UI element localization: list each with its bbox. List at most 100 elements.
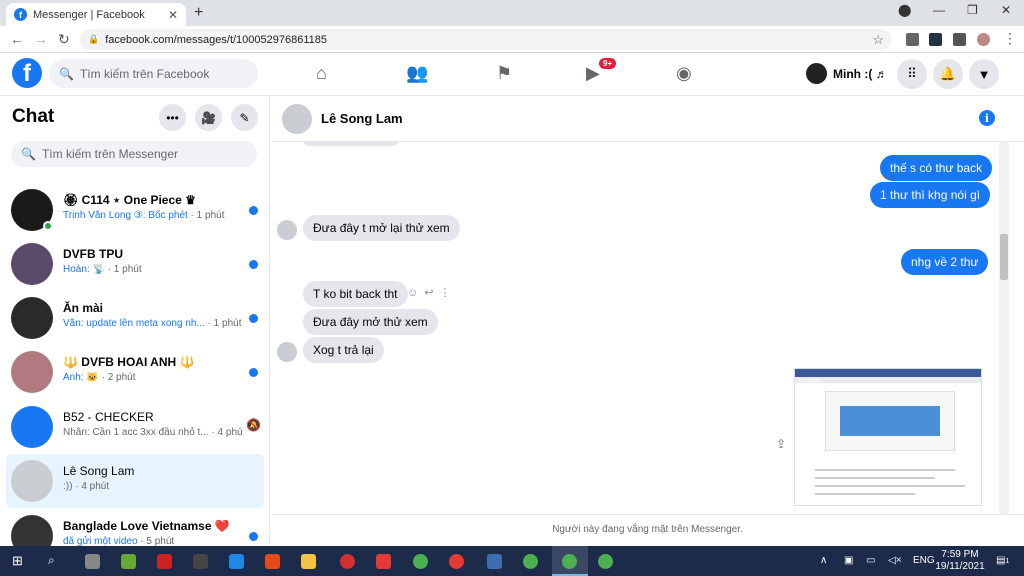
app-icon[interactable] [487, 554, 502, 569]
contact-avatar[interactable] [282, 104, 312, 134]
unread-dot-icon [249, 368, 258, 377]
chrome-icon[interactable] [413, 554, 428, 569]
message-bubble-in[interactable]: Đưa đây t mở lại thử xem [303, 215, 460, 241]
watch-icon[interactable]: ▶ [586, 63, 600, 84]
chrome-icon[interactable] [598, 554, 613, 569]
profile-name: Minh :( ♬ [833, 66, 888, 81]
message-bubble-out[interactable]: 1 thư thì khg nói gì [870, 182, 991, 208]
back-icon[interactable]: ← [10, 31, 24, 47]
caret-down-icon: ▼ [977, 66, 991, 82]
info-icon[interactable]: i [979, 110, 995, 126]
app-icon[interactable] [376, 554, 391, 569]
close-tab-icon[interactable]: ✕ [168, 8, 178, 22]
share-icon[interactable]: ⇪ [776, 437, 786, 451]
windows-start-icon[interactable]: ⊞ [12, 553, 23, 569]
qr-code-icon[interactable] [906, 33, 919, 46]
file-explorer-icon[interactable] [301, 554, 316, 569]
conversation-item[interactable]: DVFB TPU Hoàn: 📡 · 1 phút [6, 237, 264, 291]
contact-name[interactable]: Lê Song Lam [321, 111, 403, 126]
conversation-name: Banglade Love Vietnamse ❤️ [63, 519, 230, 533]
message-bubble-in[interactable]: Đưa đây mở thử xem [303, 309, 438, 335]
pages-flag-icon[interactable]: ⚑ [496, 63, 512, 84]
profile-avatar-icon[interactable] [977, 33, 990, 46]
menu-grid-button[interactable]: ⠿ [897, 59, 927, 89]
message-bubble-in[interactable]: Xog t trả lại [303, 337, 384, 363]
screenshot-image-attachment[interactable]: facebook [794, 368, 982, 506]
language-indicator[interactable]: ENG [913, 555, 935, 566]
conversation-item[interactable]: 🔱 DVFB HOAI ANH 🔱 Anh: 🐱 · 2 phút [6, 345, 264, 399]
profile-shortcut[interactable]: Minh :( ♬ [806, 63, 888, 84]
options-button[interactable]: ••• [159, 104, 186, 131]
preview-time: · 5 phút [137, 536, 175, 546]
phone-app-icon[interactable] [85, 554, 100, 569]
account-button[interactable]: ▼ [969, 59, 999, 89]
browser-tab[interactable]: f Messenger | Facebook ✕ [6, 3, 186, 26]
opera-icon[interactable] [340, 554, 355, 569]
chrome-icon[interactable] [562, 554, 577, 569]
facebook-search-input[interactable]: 🔍 Tìm kiếm trên Facebook [49, 59, 258, 88]
app-icon[interactable] [157, 554, 172, 569]
message-bubble-out[interactable]: nhg về 2 thư [901, 249, 989, 275]
taskbar-clock[interactable]: 7:59 PM 19/11/2021 [934, 549, 986, 573]
conversation-item[interactable]: Lê Song Lam:)) · 4 phút [6, 454, 264, 508]
preview-time: · 2 phút [98, 372, 136, 383]
screenshot-dialog [825, 391, 955, 451]
message-bubble-partial [303, 142, 399, 146]
minimize-icon[interactable]: — [933, 3, 945, 17]
app-icon[interactable] [449, 554, 464, 569]
avatar [11, 515, 53, 546]
store-icon[interactable] [193, 554, 208, 569]
windows-taskbar: ⊞ ⌕ ∧ ▣ ▭ ◁× ENG 7:59 PM 19/11/2021 ▤1 [0, 546, 1024, 576]
home-icon[interactable]: ⌂ [316, 63, 327, 84]
preview-text: đã gửi một video [63, 536, 138, 546]
tray-app-icon[interactable]: ▣ [844, 555, 853, 566]
conversation-name: 🔱 DVFB HOAI ANH 🔱 [63, 355, 195, 369]
app-icon[interactable] [121, 554, 136, 569]
tray-chevron-icon[interactable]: ∧ [820, 555, 827, 566]
unread-dot-icon [249, 532, 258, 541]
forward-icon[interactable]: → [34, 31, 48, 47]
facebook-logo-icon[interactable]: f [12, 58, 42, 88]
groups-icon[interactable]: ◉ [676, 63, 692, 84]
extension-icon[interactable] [929, 33, 942, 46]
conversation-preview: Văn: update lên meta xong nh... · 1 phút [63, 318, 243, 329]
message-bubble-out[interactable]: thế s có thư back [880, 155, 993, 181]
network-icon[interactable]: ▭ [866, 555, 875, 566]
bookmark-star-icon[interactable]: ☆ [872, 32, 884, 48]
profile-menu-icon[interactable]: ⬤ [898, 3, 911, 17]
friends-icon[interactable]: 👥 [406, 63, 428, 84]
chrome-icon[interactable] [523, 554, 538, 569]
notifications-button[interactable]: 🔔 [933, 59, 963, 89]
new-message-button[interactable]: ✎ [231, 104, 258, 131]
conversation-preview: đã gửi một video · 5 phút [63, 536, 243, 546]
screenshot-title: facebook [799, 378, 820, 384]
conversation-item[interactable]: Ăn mài Văn: update lên meta xong nh... · … [6, 291, 264, 345]
message-scrollbar[interactable] [999, 142, 1009, 514]
message-bubble-in[interactable]: T ko bit back tht [303, 281, 408, 307]
volume-icon[interactable]: ◁× [888, 555, 902, 566]
puzzle-icon[interactable] [953, 33, 966, 46]
facebook-search-placeholder: Tìm kiếm trên Facebook [79, 66, 210, 81]
conversation-header: Lê Song Lam i [271, 96, 1024, 142]
office-icon[interactable] [265, 554, 280, 569]
conversation-item[interactable]: Banglade Love Vietnamse ❤️ đã gửi một vid… [6, 509, 264, 546]
away-notice: Người này đang vắng mặt trên Messenger. [271, 514, 1024, 546]
close-window-icon[interactable]: ✕ [1001, 3, 1011, 17]
tab-title: Messenger | Facebook [33, 8, 145, 21]
search-icon[interactable]: ⌕ [48, 553, 55, 568]
address-bar[interactable]: 🔒 facebook.com/messages/t/10005297686118… [80, 29, 892, 50]
menu-dots-icon[interactable]: ⋮ [1003, 30, 1017, 47]
scrollbar-thumb[interactable] [1000, 234, 1008, 280]
messenger-search-input[interactable]: 🔍 Tìm kiếm trên Messenger [11, 141, 257, 167]
maximize-icon[interactable]: ❐ [967, 3, 978, 17]
notification-center-icon[interactable]: ▤1 [996, 555, 1009, 566]
video-call-button[interactable]: 🎥 [195, 104, 222, 131]
clock-time: 7:59 PM [941, 549, 979, 560]
reload-icon[interactable]: ↻ [58, 31, 70, 48]
conversation-item[interactable]: 🏵 C114 ⋆ One Piece ♛ Trịnh Văn Long ③: Bố… [6, 183, 264, 237]
message-actions[interactable]: ☺↩⋮ [407, 286, 456, 299]
conversation-item[interactable]: B52 - CHECKER Nhân: Cần 1 acc 3xx đầu nhỏ… [6, 400, 264, 454]
new-tab-button[interactable]: + [194, 4, 203, 22]
edge-icon[interactable] [229, 554, 244, 569]
conversation-preview: Trịnh Văn Long ③: Bốc phét · 1 phút [63, 210, 243, 221]
